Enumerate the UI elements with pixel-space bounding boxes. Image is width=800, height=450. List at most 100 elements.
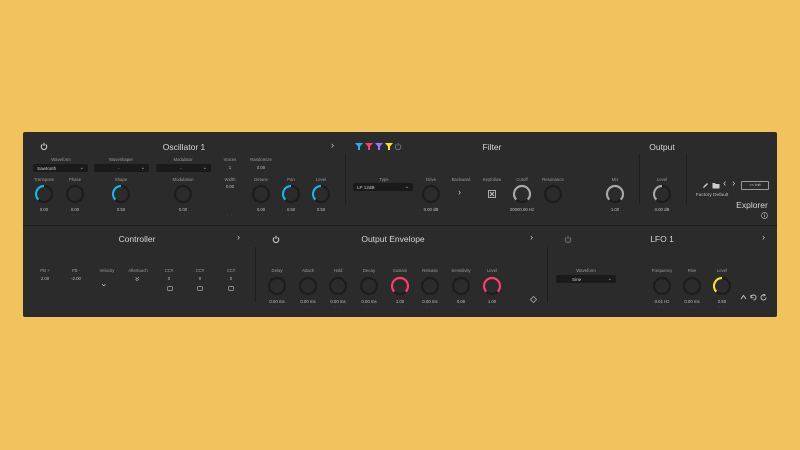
width-value[interactable]: 0.00: [226, 184, 234, 189]
lfo-expand-chevron-icon[interactable]: ›: [762, 232, 765, 242]
env-attack-value: 0.00 ms: [300, 299, 315, 304]
explorer-title: Explorer: [736, 200, 768, 210]
controller-6-value[interactable]: 0: [230, 276, 232, 281]
lfo-reset-icon[interactable]: [760, 294, 767, 301]
osc-phase-knob[interactable]: [65, 184, 85, 204]
lfo-title: LFO 1: [650, 234, 674, 244]
filter-type-value: LP 12dB: [357, 185, 375, 190]
resonance-knob[interactable]: [543, 184, 563, 204]
envelope-diamond-icon[interactable]: [530, 296, 537, 303]
aftertouch-double-chevron-icon[interactable]: »: [135, 277, 139, 281]
info-icon[interactable]: [761, 212, 768, 219]
controller-1-label: PB -: [72, 268, 80, 273]
output-level-knob[interactable]: [652, 184, 672, 204]
filter-type-select[interactable]: LP 12dB⌄: [353, 183, 413, 191]
cutoff-knob[interactable]: [512, 184, 532, 204]
osc-shape-knob[interactable]: [111, 184, 131, 204]
next-preset-icon[interactable]: ›: [732, 178, 735, 189]
cc-link-icon[interactable]: [228, 286, 234, 291]
osc-level-value: 0.50: [317, 207, 325, 212]
chevron-down-icon: ⌄: [608, 276, 612, 282]
env-release-value: 0.00 ms: [422, 299, 437, 304]
lfo-rise-knob[interactable]: [682, 276, 702, 296]
lfo-waveform-label: Waveform: [576, 268, 595, 273]
drive-knob[interactable]: [421, 184, 441, 204]
lfo-sync-up-icon[interactable]: [740, 294, 747, 300]
env-level-knob[interactable]: [482, 276, 502, 296]
lfo-rise-dots: ◦ ◦: [689, 305, 695, 309]
env-hold-knob[interactable]: [328, 276, 348, 296]
controller-4-label: CC#: [165, 268, 174, 273]
osc-transpose-knob[interactable]: [34, 184, 54, 204]
keyfollow-checkbox-icon[interactable]: [488, 190, 496, 198]
preset-name[interactable]: Factory Default: [696, 193, 729, 198]
backward-arrow-icon[interactable]: ›: [458, 187, 461, 197]
cutoff-value: 20000.00 Hz: [510, 207, 534, 212]
env-sustain-knob[interactable]: [390, 276, 410, 296]
lfo-frequency-label: Frequency: [652, 268, 672, 273]
divider: [23, 225, 777, 226]
lfo-level-dots: ◦ ◦: [719, 305, 725, 309]
osc-pan-value: 0.50: [287, 207, 295, 212]
output-level-label: Level: [657, 177, 667, 182]
env-sensitivity-knob[interactable]: [451, 276, 471, 296]
osc-level-knob[interactable]: [311, 184, 331, 204]
randomize-value[interactable]: 0.00: [257, 165, 265, 170]
filter-icons[interactable]: [355, 142, 403, 151]
env-hold-value: 0.00 ms: [330, 299, 345, 304]
controller-0-value[interactable]: 2.00: [41, 276, 49, 281]
env-delay-knob[interactable]: [267, 276, 287, 296]
lfo-rise-label: Rise: [688, 268, 697, 273]
filter-type-label: Type: [379, 177, 388, 182]
osc-detune-knob[interactable]: [251, 184, 271, 204]
oscillator-expand-chevron-icon[interactable]: ›: [331, 140, 334, 150]
envelope-expand-chevron-icon[interactable]: ›: [530, 232, 533, 242]
velocity-chevron-icon[interactable]: ›: [100, 284, 110, 287]
controller-4-value[interactable]: 0: [168, 276, 170, 281]
cc-link-icon[interactable]: [197, 286, 203, 291]
osc-shape-dots: ◦ ◦: [118, 213, 124, 217]
lfo-level-knob[interactable]: [712, 276, 732, 296]
lfo-retrigger-icon[interactable]: [750, 294, 757, 301]
env-decay-knob[interactable]: [359, 276, 379, 296]
osc-modulation-knob[interactable]: [173, 184, 193, 204]
lfo-waveform-select[interactable]: Sine⌄: [556, 275, 616, 283]
env-delay-label: Delay: [272, 268, 283, 273]
env-attack-knob[interactable]: [298, 276, 318, 296]
controller-5-value[interactable]: 0: [199, 276, 201, 281]
controller-title: Controller: [119, 234, 156, 244]
previous-preset-icon[interactable]: ‹: [723, 178, 726, 189]
modulator-value: -: [180, 166, 182, 171]
controller-3-label: Aftertouch: [128, 268, 148, 273]
osc-modulation-dots: ◦ ◦: [180, 213, 186, 217]
divider: [686, 154, 687, 204]
divider: [639, 154, 640, 204]
lfo-power-icon[interactable]: [564, 235, 572, 243]
oscillator-power-icon[interactable]: [40, 142, 48, 150]
init-button[interactable]: << Init: [741, 181, 769, 190]
waveshaper-label: Waveshaper: [109, 157, 133, 162]
drive-label: Drive: [426, 177, 436, 182]
osc-phase-dots: ◦ ◦: [72, 213, 78, 217]
controller-1-value[interactable]: -2.00: [71, 276, 81, 281]
osc-detune-label: Detune: [254, 177, 268, 182]
voices-value[interactable]: 1: [229, 165, 231, 170]
mix-knob[interactable]: [605, 184, 625, 204]
controller-0-label: PB +: [40, 268, 49, 273]
controller-expand-chevron-icon[interactable]: ›: [237, 232, 240, 242]
lfo-frequency-knob[interactable]: [652, 276, 672, 296]
drive-value: 0.00 dB: [424, 207, 439, 212]
waveform-select[interactable]: Sawtooth⌄: [33, 164, 88, 172]
env-release-knob[interactable]: [420, 276, 440, 296]
synth-panel: Oscillator 1 › Waveform Sawtooth⌄ Wavesh…: [23, 132, 777, 317]
pencil-icon[interactable]: [702, 182, 709, 189]
cc-link-icon[interactable]: [167, 286, 173, 291]
divider: [345, 154, 346, 204]
osc-modulation-label: Modulation: [172, 177, 193, 182]
modulator-select[interactable]: -⌄: [156, 164, 211, 172]
osc-pan-knob[interactable]: [281, 184, 301, 204]
envelope-power-icon[interactable]: [272, 235, 280, 243]
env-hold-dots: ◦ ◦: [335, 305, 341, 309]
waveshaper-select[interactable]: -⌄: [94, 164, 149, 172]
folder-icon[interactable]: [712, 182, 720, 189]
